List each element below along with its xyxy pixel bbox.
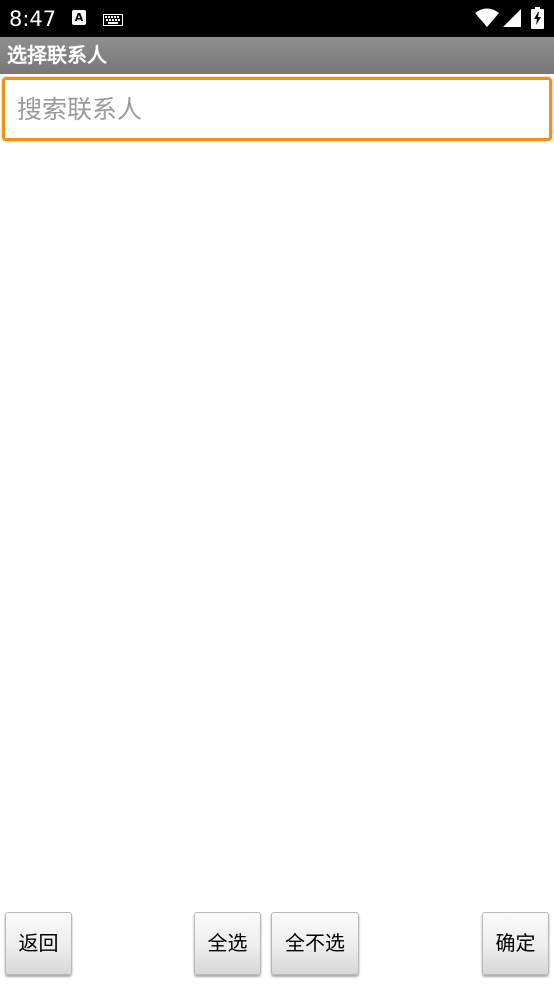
select-none-button[interactable]: 全不选 [271,912,359,975]
confirm-button[interactable]: 确定 [482,912,549,975]
title-bar: 选择联系人 [0,37,554,74]
wifi-icon [475,8,499,32]
status-time: 8:47 [9,7,57,31]
back-button[interactable]: 返回 [5,912,72,975]
keyboard-icon [103,11,123,30]
signal-icon [503,9,521,31]
page-title: 选择联系人 [7,43,107,67]
contact-list [0,145,554,907]
battery-icon [531,7,544,33]
status-bar: 8:47 A [0,0,554,37]
screen: 8:47 A 选择联系人 搜索联系人 返回 全选 全不选 确定 [0,0,554,985]
select-all-button[interactable]: 全选 [194,912,261,975]
search-input[interactable] [2,77,552,141]
a-app-icon: A [72,10,86,25]
